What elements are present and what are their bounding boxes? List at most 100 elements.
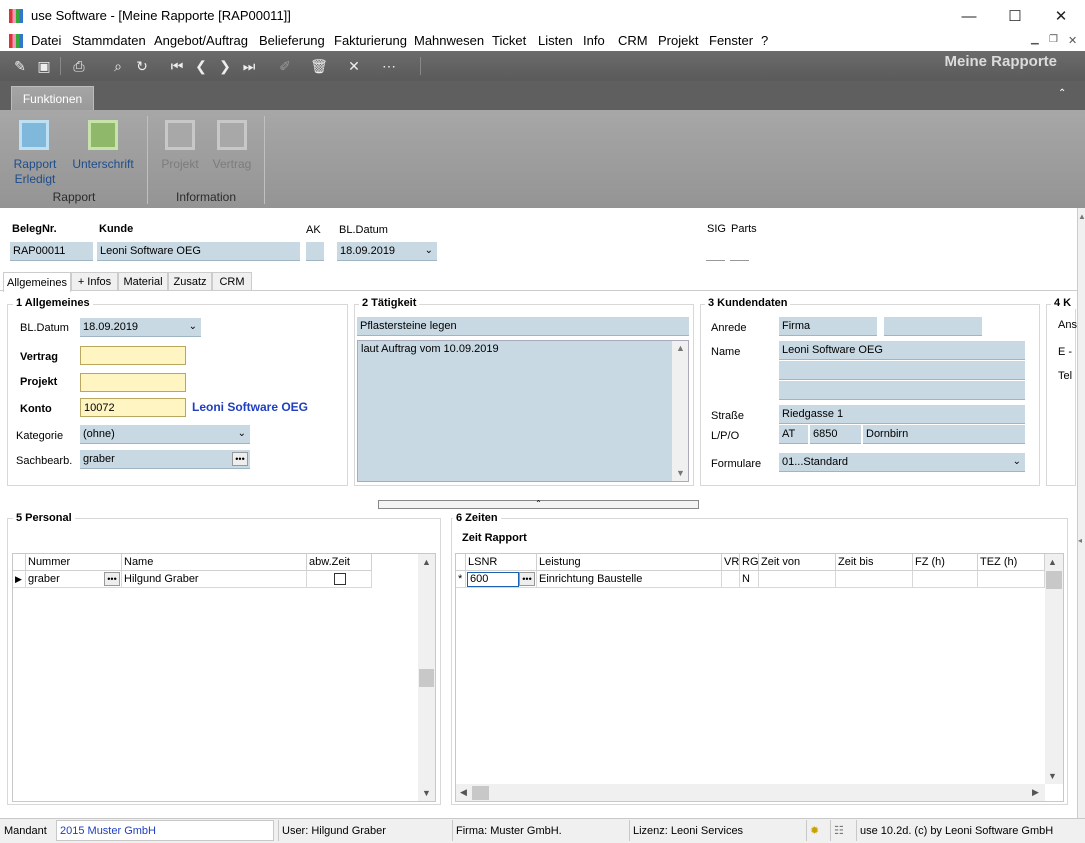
menu-belieferung[interactable]: Belieferung [259, 33, 325, 48]
cell-tez[interactable] [978, 571, 1045, 588]
prev-record-icon[interactable]: ❮ [192, 57, 210, 75]
scroll-up-icon[interactable]: ▲ [1078, 212, 1085, 221]
sachbearb-lookup-button[interactable]: ••• [232, 452, 248, 466]
menu-ticket[interactable]: Ticket [492, 33, 526, 48]
menu-fakturierung[interactable]: Fakturierung [334, 33, 407, 48]
sachbearb-field[interactable]: graber [80, 450, 250, 469]
mandant-field[interactable]: 2015 Muster GmbH [56, 820, 274, 841]
kunde-field[interactable]: Leoni Software OEG [97, 242, 300, 261]
scroll-thumb[interactable] [1046, 571, 1062, 589]
scroll-down-icon[interactable]: ▼ [1048, 771, 1057, 781]
col-zeit-bis[interactable]: Zeit bis [836, 554, 913, 571]
hscroll-thumb[interactable] [472, 786, 489, 800]
col-nummer[interactable]: Nummer [26, 554, 122, 571]
col-zeit-von[interactable]: Zeit von [759, 554, 836, 571]
next-record-icon[interactable]: ❯ [216, 57, 234, 75]
scroll-down-icon[interactable]: ▼ [676, 468, 685, 478]
name-field-3[interactable] [779, 381, 1025, 400]
menu-app-icon[interactable] [9, 34, 23, 48]
cancel-icon[interactable]: ✕ [345, 57, 363, 75]
scroll-thumb-icon[interactable]: ◂ [1078, 536, 1082, 545]
scroll-down-icon[interactable]: ▼ [422, 788, 431, 798]
abw-zeit-checkbox[interactable] [334, 573, 346, 585]
first-record-icon[interactable]: ⏮ [168, 57, 186, 75]
cell-name[interactable]: Hilgund Graber [122, 571, 307, 588]
cell-zeit-bis[interactable] [836, 571, 913, 588]
menu-stammdaten[interactable]: Stammdaten [72, 33, 146, 48]
bldatum-field[interactable]: 18.09.2019 ⌄ [80, 318, 201, 337]
ak-field[interactable] [306, 242, 324, 261]
menu-help[interactable]: ? [761, 33, 768, 48]
mdi-restore-icon[interactable]: ❐ [1049, 34, 1058, 45]
scroll-up-icon[interactable]: ▲ [1048, 557, 1057, 567]
minimize-button[interactable]: — [946, 2, 992, 30]
main-scrollbar[interactable] [1077, 208, 1085, 818]
col-tez[interactable]: TEZ (h) [978, 554, 1045, 571]
zeiten-hscrollbar[interactable] [456, 784, 1045, 801]
row-selector-icon[interactable]: ▶ [13, 571, 26, 588]
menu-crm[interactable]: CRM [618, 33, 648, 48]
konto-field[interactable]: 10072 [80, 398, 186, 417]
strasse-field[interactable]: Riedgasse 1 [779, 405, 1025, 424]
name-field-2[interactable] [779, 361, 1025, 380]
cell-rg[interactable]: N [740, 571, 759, 588]
tab-allgemeines[interactable]: Allgemeines [3, 272, 71, 292]
menu-fenster[interactable]: Fenster [709, 33, 753, 48]
vertrag-field[interactable] [80, 346, 186, 365]
cell-vr[interactable] [722, 571, 740, 588]
close-button[interactable]: ✕ [1038, 2, 1084, 30]
delete-icon[interactable]: 🗑 [310, 57, 328, 75]
scroll-up-icon[interactable]: ▲ [676, 343, 685, 353]
bldatum-header-field[interactable]: 18.09.2019 ⌄ [337, 242, 437, 261]
name-field-1[interactable]: Leoni Software OEG [779, 341, 1025, 360]
col-lsnr[interactable]: LSNR [466, 554, 537, 571]
kategorie-select[interactable]: (ohne) ⌄ [80, 425, 250, 444]
ribbon-collapse-icon[interactable]: ⌃ [1058, 88, 1066, 99]
menu-listen[interactable]: Listen [538, 33, 573, 48]
nummer-lookup-button[interactable]: ••• [104, 572, 120, 586]
menu-datei[interactable]: Datei [31, 33, 61, 48]
sun-icon[interactable]: ✹ [806, 820, 830, 841]
scroll-up-icon[interactable]: ▲ [422, 557, 431, 567]
search-icon[interactable]: ⌕ [109, 57, 127, 75]
taetigkeit-kurz-field[interactable]: Pflastersteine legen [357, 317, 689, 336]
parts-field[interactable] [730, 242, 749, 261]
more-icon[interactable]: ⋯ [380, 57, 398, 75]
col-leistung[interactable]: Leistung [537, 554, 722, 571]
last-record-icon[interactable]: ⏭ [240, 57, 258, 75]
taetigkeit-text-area[interactable] [357, 340, 689, 482]
cell-fz[interactable] [913, 571, 978, 588]
cell-abw-zeit[interactable] [307, 571, 372, 588]
chevron-down-icon[interactable]: ⌄ [189, 321, 197, 332]
save-icon[interactable]: ▣ [35, 57, 53, 75]
menu-info[interactable]: Info [583, 33, 605, 48]
tab-zusatz[interactable]: Zusatz [168, 272, 212, 291]
anrede-field[interactable]: Firma [779, 317, 877, 336]
col-vr[interactable]: VR [722, 554, 740, 571]
maximize-button[interactable]: ☐ [992, 2, 1038, 30]
col-name[interactable]: Name [122, 554, 307, 571]
lsnr-input[interactable]: 600 [467, 571, 519, 587]
edit-icon[interactable]: ✎ [11, 57, 29, 75]
menu-projekt[interactable]: Projekt [658, 33, 698, 48]
rapport-erledigt-icon[interactable] [19, 120, 49, 150]
cell-zeit-von[interactable] [759, 571, 836, 588]
belegnr-field[interactable]: RAP00011 [10, 242, 93, 261]
tab-infos[interactable]: + Infos [71, 272, 118, 291]
unterschrift-button[interactable]: Unterschrift [70, 157, 136, 172]
menu-mahnwesen[interactable]: Mahnwesen [414, 33, 484, 48]
col-abw-zeit[interactable]: abw.Zeit [307, 554, 372, 571]
ribbon-tab-funktionen[interactable]: Funktionen [11, 86, 94, 110]
konto-name[interactable]: Leoni Software OEG [192, 400, 308, 414]
network-icon[interactable]: ☷ [830, 820, 854, 841]
tab-crm[interactable]: CRM [212, 272, 252, 291]
chevron-down-icon[interactable]: ⌄ [238, 428, 246, 439]
taetigkeit-scrollbar[interactable] [672, 341, 688, 481]
col-rg[interactable]: RG [740, 554, 759, 571]
ort-field[interactable]: Dornbirn [863, 425, 1025, 444]
chevron-down-icon[interactable]: ⌄ [425, 245, 433, 256]
col-fz[interactable]: FZ (h) [913, 554, 978, 571]
titel-field[interactable] [884, 317, 982, 336]
scroll-left-icon[interactable]: ◀ [460, 787, 467, 798]
projekt-field[interactable] [80, 373, 186, 392]
